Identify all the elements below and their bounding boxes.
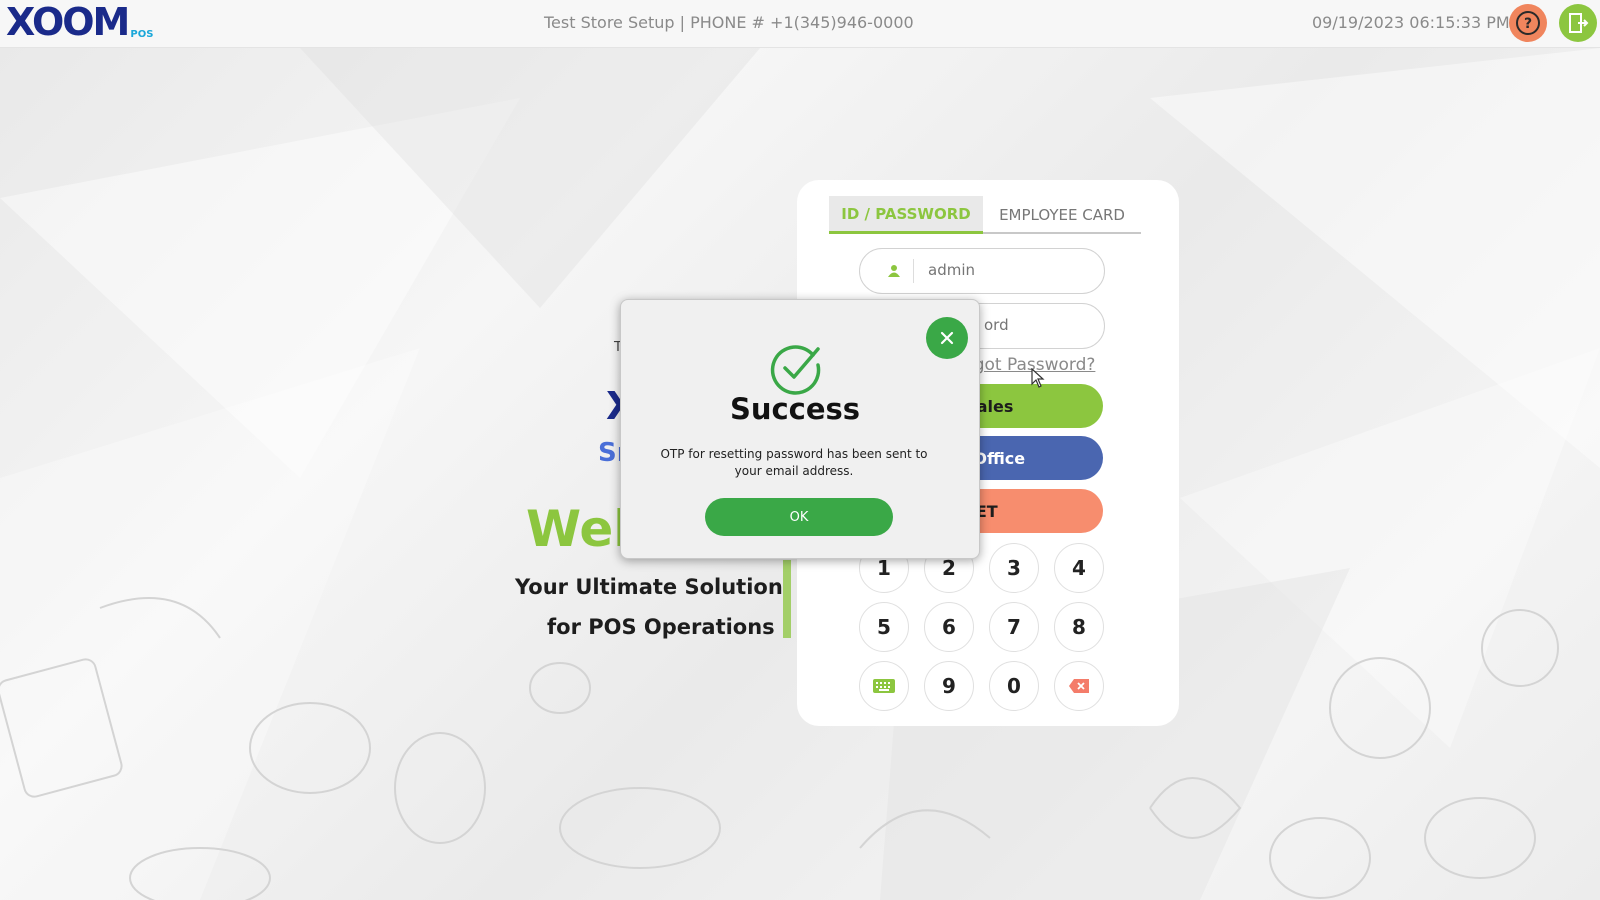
- key-6[interactable]: 6: [924, 602, 974, 652]
- success-dialog: Success OTP for resetting password has b…: [620, 299, 980, 559]
- tagline-line-2: for POS Operations: [547, 615, 775, 639]
- keyboard-key[interactable]: [859, 661, 909, 711]
- welcome-title: Wel: [526, 500, 631, 558]
- key-4[interactable]: 4: [1054, 543, 1104, 593]
- accent-divider: [783, 560, 791, 638]
- svg-text:?: ?: [1524, 16, 1532, 32]
- ok-button[interactable]: OK: [705, 498, 893, 536]
- password-input[interactable]: [984, 316, 1144, 334]
- logout-door-icon: [1569, 13, 1589, 33]
- key-8[interactable]: 8: [1054, 602, 1104, 652]
- key-3[interactable]: 3: [989, 543, 1039, 593]
- logout-button[interactable]: [1559, 4, 1597, 42]
- close-icon: [940, 331, 954, 345]
- username-field[interactable]: [859, 248, 1105, 294]
- key-9[interactable]: 9: [924, 661, 974, 711]
- key-5[interactable]: 5: [859, 602, 909, 652]
- key-0[interactable]: 0: [989, 661, 1039, 711]
- top-header: XOOM POS Test Store Setup | PHONE # +1(3…: [0, 0, 1600, 48]
- logo-text: XOOM: [6, 0, 130, 44]
- numeric-keypad: 1 2 3 4 5 6 7 8 9 0: [859, 543, 1109, 713]
- tab-employee-card[interactable]: EMPLOYEE CARD: [983, 196, 1141, 234]
- backspace-key[interactable]: [1054, 661, 1104, 711]
- store-info: Test Store Setup | PHONE # +1(345)946-00…: [544, 13, 914, 32]
- keyboard-icon: [873, 679, 895, 693]
- login-tabs: ID / PASSWORD EMPLOYEE CARD: [829, 196, 1141, 234]
- tagline-line-1: Your Ultimate Solution: [515, 575, 783, 599]
- dialog-title: Success: [729, 392, 861, 426]
- key-7[interactable]: 7: [989, 602, 1039, 652]
- mouse-cursor-icon: [1031, 368, 1045, 388]
- backspace-icon: [1069, 679, 1089, 693]
- datetime-display: 09/19/2023 06:15:33 PM: [1312, 13, 1510, 32]
- username-input[interactable]: [928, 261, 1088, 279]
- check-circle-icon: [770, 345, 821, 395]
- logo-subtext: POS: [130, 29, 154, 40]
- tab-id-password[interactable]: ID / PASSWORD: [829, 196, 983, 234]
- help-button[interactable]: ?: [1509, 4, 1547, 42]
- close-button[interactable]: [926, 317, 968, 359]
- xoom-pos-logo: XOOM POS: [6, 2, 153, 42]
- question-circle-icon: ?: [1516, 11, 1540, 35]
- dialog-message: OTP for resetting password has been sent…: [660, 447, 928, 478]
- user-icon: [874, 259, 914, 283]
